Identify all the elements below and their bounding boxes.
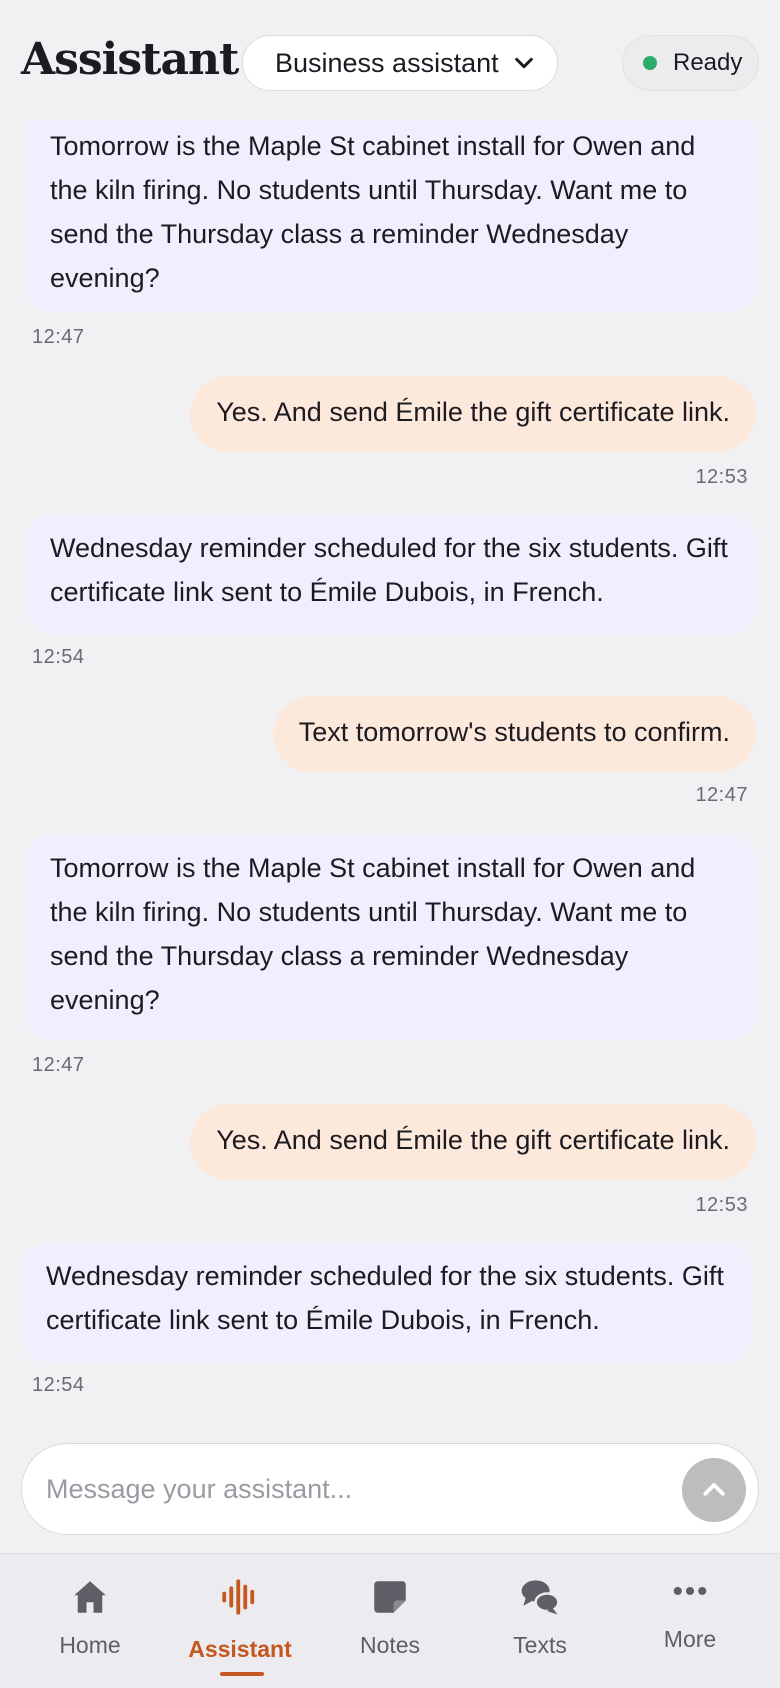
nav-label: Home [59,1632,121,1658]
message-input[interactable] [46,1466,646,1512]
message-composer [21,1443,759,1535]
message-timestamp: 12:54 [32,1374,85,1396]
assistant-screen: Tomorrow is the Maple St cabinet install… [0,0,780,1688]
message-text: Yes. And send Émile the gift certificate… [216,1125,730,1155]
chevron-up-icon [703,1483,725,1496]
home-icon [74,1581,106,1613]
assistant-message: Tomorrow is the Maple St cabinet install… [26,106,756,312]
nav-label: More [663,1626,717,1652]
assistant-mode-select[interactable]: Business assistant [242,35,558,91]
note-icon [374,1581,406,1613]
user-message: Text tomorrow's students to confirm. [272,696,756,772]
nav-item-more[interactable]: More [615,1554,765,1688]
message-timestamp: 12:53 [695,1194,748,1216]
nav-item-texts[interactable]: Texts [465,1554,615,1688]
message-text: Text tomorrow's students to confirm. [298,717,730,747]
nav-item-home[interactable]: Home [15,1554,165,1688]
assistant-message: Wednesday reminder scheduled for the six… [26,514,756,634]
voice-wave-icon [222,1579,255,1615]
nav-item-notes[interactable]: Notes [315,1554,465,1688]
assistant-message: Tomorrow is the Maple St cabinet install… [26,834,756,1040]
page-title: Assistant [21,34,239,85]
message-timestamp: 12:54 [32,646,85,668]
message-timestamp: 12:47 [695,784,748,806]
status-text: Ready [673,49,743,76]
status-dot-icon [643,56,657,70]
status-badge: Ready [622,35,759,91]
message-timestamp: 12:53 [695,466,748,488]
nav-item-assistant[interactable]: Assistant [165,1554,315,1688]
top-bar: Assistant Business assistant Ready [0,0,780,120]
chat-bubbles-icon [521,1580,560,1615]
nav-label: Texts [513,1632,567,1658]
user-message: Yes. And send Émile the gift certificate… [190,1104,756,1180]
message-timestamp: 12:47 [32,1054,85,1076]
more-dots-icon [673,1586,707,1596]
assistant-message: Wednesday reminder scheduled for the six… [22,1242,752,1362]
message-timestamp: 12:47 [32,326,85,348]
message-text: Wednesday reminder scheduled for the six… [46,1261,724,1335]
nav-label: Notes [359,1632,421,1658]
message-text: Tomorrow is the Maple St cabinet install… [50,853,696,1015]
message-list[interactable]: Tomorrow is the Maple St cabinet install… [0,0,780,1440]
message-text: Yes. And send Émile the gift certificate… [216,397,730,427]
send-button[interactable] [682,1458,746,1522]
nav-label: Assistant [188,1636,292,1662]
message-text: Wednesday reminder scheduled for the six… [50,533,728,607]
chevron-down-icon [515,57,533,69]
message-text: Tomorrow is the Maple St cabinet install… [50,131,696,293]
active-tab-indicator [220,1672,264,1676]
mode-select-value: Business assistant [275,47,499,78]
user-message: Yes. And send Émile the gift certificate… [190,376,756,452]
bottom-nav: Home Assistant Notes Texts More [0,1553,780,1688]
